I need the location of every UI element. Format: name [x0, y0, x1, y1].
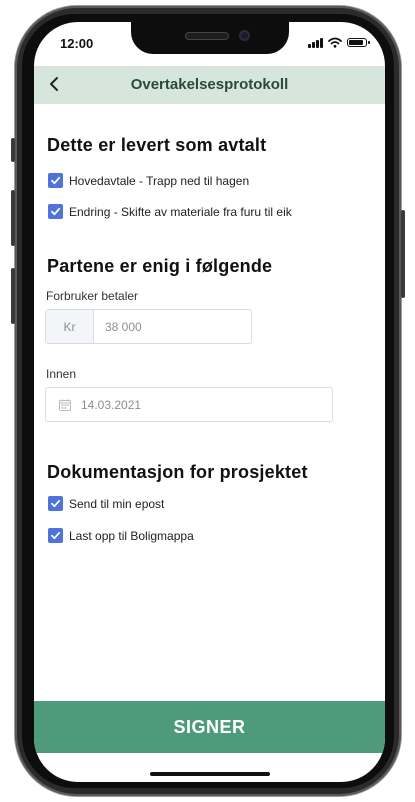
checkbox[interactable]	[48, 528, 63, 543]
checkbox-label: Hovedavtale - Trapp ned til hagen	[69, 173, 250, 188]
section-heading-delivered: Dette er levert som avtalt	[47, 135, 267, 155]
volume-down-button	[11, 268, 15, 324]
status-icons	[308, 37, 370, 48]
checkmark-icon	[51, 499, 61, 508]
power-button	[401, 210, 405, 298]
deadline-date-input[interactable]: 14.03.2021	[45, 387, 333, 422]
battery-icon	[347, 38, 370, 47]
mute-switch	[11, 138, 15, 162]
deadline-date-value: 14.03.2021	[81, 398, 142, 412]
checkmark-icon	[51, 531, 61, 540]
front-camera	[239, 30, 250, 41]
checkbox-row-hovedavtale[interactable]: Hovedavtale - Trapp ned til hagen	[48, 173, 249, 188]
payment-amount-input[interactable]: Kr 38 000	[45, 309, 252, 344]
checkmark-icon	[51, 176, 61, 185]
payment-label: Forbruker betaler	[46, 289, 139, 303]
sign-button[interactable]: SIGNER	[34, 701, 385, 753]
speaker-grille	[185, 32, 229, 40]
checkbox-row-send-epost[interactable]: Send til min epost	[48, 496, 164, 511]
checkbox-row-boligmappa[interactable]: Last opp til Boligmappa	[48, 528, 194, 543]
navigation-bar: Overtakelsesprotokoll	[34, 66, 385, 104]
deadline-label: Innen	[46, 367, 77, 381]
checkbox-label: Last opp til Boligmappa	[69, 528, 194, 543]
calendar-icon	[59, 399, 71, 411]
app-screen: 12:00 Overtakelsesprotokoll Dette er lev…	[34, 22, 385, 782]
checkbox-row-endring[interactable]: Endring - Skifte av materiale fra furu t…	[48, 204, 292, 219]
section-heading-documentation: Dokumentasjon for prosjektet	[47, 462, 308, 482]
section-heading-agreement: Partene er enig i følgende	[47, 256, 273, 276]
home-indicator	[150, 772, 270, 776]
checkbox[interactable]	[48, 173, 63, 188]
checkbox-label: Endring - Skifte av materiale fra furu t…	[69, 204, 292, 219]
volume-up-button	[11, 190, 15, 246]
notch	[131, 22, 289, 54]
currency-prefix: Kr	[46, 310, 94, 343]
checkmark-icon	[51, 207, 61, 216]
checkbox-label: Send til min epost	[69, 496, 165, 511]
cellular-signal-icon	[308, 37, 323, 48]
checkbox[interactable]	[48, 204, 63, 219]
wifi-icon	[328, 37, 342, 48]
payment-amount-value: 38 000	[105, 320, 142, 334]
status-time: 12:00	[60, 36, 94, 51]
page-title: Overtakelsesprotokoll	[130, 76, 289, 93]
checkbox[interactable]	[48, 496, 63, 511]
